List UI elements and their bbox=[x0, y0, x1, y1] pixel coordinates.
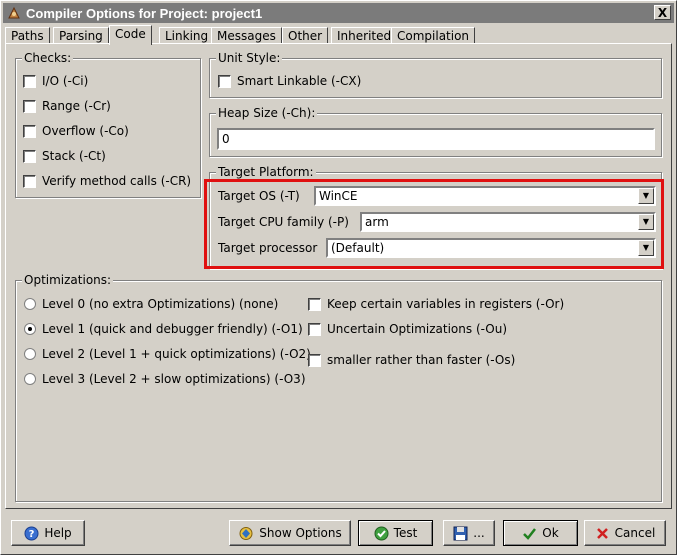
unit-style-legend: Unit Style: bbox=[216, 51, 283, 65]
tab-linking[interactable]: Linking bbox=[159, 27, 215, 44]
check-smaller-faster-label: smaller rather than faster (-Os) bbox=[327, 353, 516, 367]
show-options-button[interactable]: Show Options bbox=[229, 520, 351, 546]
optimizations-group: Optimizations: Level 0 (no extra Optimiz… bbox=[15, 273, 662, 502]
tab-compilation[interactable]: Compilation bbox=[391, 27, 476, 44]
checkbox[interactable] bbox=[23, 99, 36, 113]
target-processor-label: Target processor bbox=[218, 241, 318, 255]
check-overflow[interactable]: Overflow (-Co) bbox=[23, 124, 129, 138]
radio-level-3[interactable]: Level 3 (Level 2 + slow optimizations) (… bbox=[24, 372, 306, 386]
check-keep-registers[interactable]: Keep certain variables in registers (-Or… bbox=[308, 297, 564, 311]
check-keep-registers-label: Keep certain variables in registers (-Or… bbox=[327, 297, 565, 311]
target-os-label: Target OS (-T) bbox=[218, 189, 300, 203]
close-icon: X bbox=[657, 5, 668, 20]
radio-button[interactable] bbox=[24, 298, 36, 310]
check-stack[interactable]: Stack (-Ct) bbox=[23, 149, 106, 163]
target-cpu-select[interactable]: arm ▼ bbox=[360, 212, 656, 232]
window-title: Compiler Options for Project: project1 bbox=[26, 5, 263, 21]
ok-label: Ok bbox=[542, 526, 559, 540]
tab-inherited[interactable]: Inherited bbox=[331, 27, 398, 44]
checkbox[interactable] bbox=[218, 74, 231, 88]
optimizations-legend: Optimizations: bbox=[22, 273, 114, 287]
cancel-button[interactable]: Cancel bbox=[584, 520, 666, 546]
compiler-options-dialog: Compiler Options for Project: project1 X… bbox=[0, 0, 677, 555]
check-uncertain-opt[interactable]: Uncertain Optimizations (-Ou) bbox=[308, 322, 507, 336]
radio-level-0-label: Level 0 (no extra Optimizations) (none) bbox=[42, 297, 279, 311]
checks-legend: Checks: bbox=[22, 51, 74, 65]
checkbox[interactable] bbox=[23, 174, 36, 188]
checkbox[interactable] bbox=[23, 74, 36, 88]
lazarus-app-icon bbox=[6, 5, 22, 21]
tab-code[interactable]: Code bbox=[109, 25, 152, 45]
check-smaller-faster[interactable]: smaller rather than faster (-Os) bbox=[308, 353, 515, 367]
check-verify-method-calls[interactable]: Verify method calls (-CR) bbox=[23, 174, 191, 188]
target-cpu-label: Target CPU family (-P) bbox=[218, 215, 349, 229]
check-uncertain-opt-label: Uncertain Optimizations (-Ou) bbox=[327, 322, 508, 336]
check-smart-linkable-label: Smart Linkable (-CX) bbox=[237, 74, 362, 88]
radio-level-1-label: Level 1 (quick and debugger friendly) (-… bbox=[42, 322, 303, 336]
tab-parsing[interactable]: Parsing bbox=[53, 27, 109, 44]
heap-size-input[interactable]: 0 bbox=[217, 128, 655, 150]
checkbox[interactable] bbox=[308, 322, 321, 336]
floppy-disk-icon bbox=[453, 526, 468, 541]
check-range-label: Range (-Cr) bbox=[42, 99, 111, 113]
dropdown-arrow-icon[interactable]: ▼ bbox=[638, 214, 654, 230]
heap-size-legend: Heap Size (-Ch): bbox=[216, 106, 318, 120]
radio-level-1[interactable]: Level 1 (quick and debugger friendly) (-… bbox=[24, 322, 303, 336]
unit-style-group: Unit Style: Smart Linkable (-CX) bbox=[209, 51, 662, 98]
save-label: ... bbox=[473, 526, 485, 540]
target-os-value: WinCE bbox=[319, 189, 358, 203]
tab-messages[interactable]: Messages bbox=[211, 27, 282, 44]
title-bar[interactable]: Compiler Options for Project: project1 X bbox=[3, 3, 674, 23]
dropdown-arrow-icon[interactable]: ▼ bbox=[638, 188, 654, 204]
svg-text:?: ? bbox=[29, 529, 35, 540]
dropdown-arrow-icon[interactable]: ▼ bbox=[638, 240, 654, 256]
target-os-select[interactable]: WinCE ▼ bbox=[314, 186, 656, 206]
show-options-icon bbox=[238, 526, 254, 541]
checkbox[interactable] bbox=[23, 124, 36, 138]
checkmark-icon bbox=[522, 526, 537, 541]
target-cpu-value: arm bbox=[365, 215, 389, 229]
target-platform-legend: Target Platform: bbox=[216, 165, 316, 179]
check-stack-label: Stack (-Ct) bbox=[42, 149, 106, 163]
check-overflow-label: Overflow (-Co) bbox=[42, 124, 129, 138]
radio-button[interactable] bbox=[24, 373, 36, 385]
radio-button-selected[interactable] bbox=[24, 323, 36, 335]
check-io[interactable]: I/O (-Ci) bbox=[23, 74, 88, 88]
help-button[interactable]: ? Help bbox=[11, 520, 85, 546]
save-button[interactable]: ... bbox=[443, 520, 495, 546]
test-button[interactable]: Test bbox=[358, 520, 433, 546]
help-label: Help bbox=[44, 526, 72, 540]
radio-level-3-label: Level 3 (Level 2 + slow optimizations) (… bbox=[42, 372, 306, 386]
target-processor-value: (Default) bbox=[331, 241, 385, 255]
check-circle-icon bbox=[374, 526, 389, 541]
cancel-label: Cancel bbox=[614, 526, 656, 540]
check-smart-linkable[interactable]: Smart Linkable (-CX) bbox=[218, 74, 361, 88]
target-processor-select[interactable]: (Default) ▼ bbox=[326, 238, 656, 258]
test-label: Test bbox=[393, 526, 418, 540]
close-button[interactable]: X bbox=[654, 5, 671, 20]
checkbox[interactable] bbox=[308, 297, 321, 311]
checkbox[interactable] bbox=[23, 149, 36, 163]
radio-button[interactable] bbox=[24, 348, 36, 360]
show-options-label: Show Options bbox=[259, 526, 342, 540]
tab-paths[interactable]: Paths bbox=[5, 27, 50, 44]
check-io-label: I/O (-Ci) bbox=[42, 74, 89, 88]
checks-group: Checks: I/O (-Ci) Range (-Cr) Overflow (… bbox=[15, 51, 201, 198]
radio-level-0[interactable]: Level 0 (no extra Optimizations) (none) bbox=[24, 297, 278, 311]
check-verify-method-calls-label: Verify method calls (-CR) bbox=[42, 174, 192, 188]
tab-other[interactable]: Other bbox=[282, 27, 329, 44]
ok-button[interactable]: Ok bbox=[503, 520, 578, 546]
heap-size-group: Heap Size (-Ch): 0 bbox=[209, 106, 662, 157]
checkbox[interactable] bbox=[308, 353, 321, 367]
check-range[interactable]: Range (-Cr) bbox=[23, 99, 111, 113]
help-icon: ? bbox=[24, 526, 39, 541]
radio-level-2-label: Level 2 (Level 1 + quick optimizations) … bbox=[42, 347, 311, 361]
radio-level-2[interactable]: Level 2 (Level 1 + quick optimizations) … bbox=[24, 347, 311, 361]
cross-icon bbox=[595, 526, 610, 541]
